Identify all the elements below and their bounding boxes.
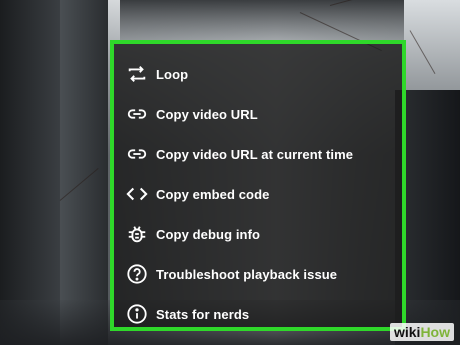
link-icon	[126, 103, 148, 125]
code-icon	[126, 183, 148, 205]
loop-icon	[126, 63, 148, 85]
menu-item-stats-for-nerds[interactable]: Stats for nerds	[114, 297, 402, 331]
menu-item-troubleshoot[interactable]: Troubleshoot playback issue	[114, 257, 402, 291]
video-structure	[120, 0, 420, 40]
video-structure	[60, 0, 108, 345]
menu-item-label: Copy debug info	[156, 226, 261, 242]
menu-item-copy-video-url[interactable]: Copy video URL	[114, 97, 402, 131]
menu-item-label: Copy video URL at current time	[156, 146, 354, 162]
link-icon	[126, 143, 148, 165]
watermark-prefix: wiki	[393, 324, 421, 340]
menu-item-label: Stats for nerds	[156, 306, 250, 322]
menu-item-label: Copy embed code	[156, 186, 270, 202]
menu-item-loop[interactable]: Loop	[114, 57, 402, 91]
menu-item-copy-embed-code[interactable]: Copy embed code	[114, 177, 402, 211]
menu-item-copy-video-url-at-time[interactable]: Copy video URL at current time	[114, 137, 402, 171]
info-icon	[126, 303, 148, 325]
bug-icon	[126, 223, 148, 245]
menu-item-copy-debug-info[interactable]: Copy debug info	[114, 217, 402, 251]
menu-item-label: Copy video URL	[156, 106, 258, 122]
menu-item-label: Troubleshoot playback issue	[156, 266, 338, 282]
context-menu: Loop Copy video URL Copy video URL at cu…	[110, 40, 406, 331]
watermark-suffix: How	[420, 324, 450, 340]
menu-item-label: Loop	[156, 66, 189, 82]
video-structure	[0, 0, 60, 345]
watermark-logo: wikiHow	[389, 323, 454, 341]
video-sky	[404, 0, 460, 100]
help-circle-icon	[126, 263, 148, 285]
